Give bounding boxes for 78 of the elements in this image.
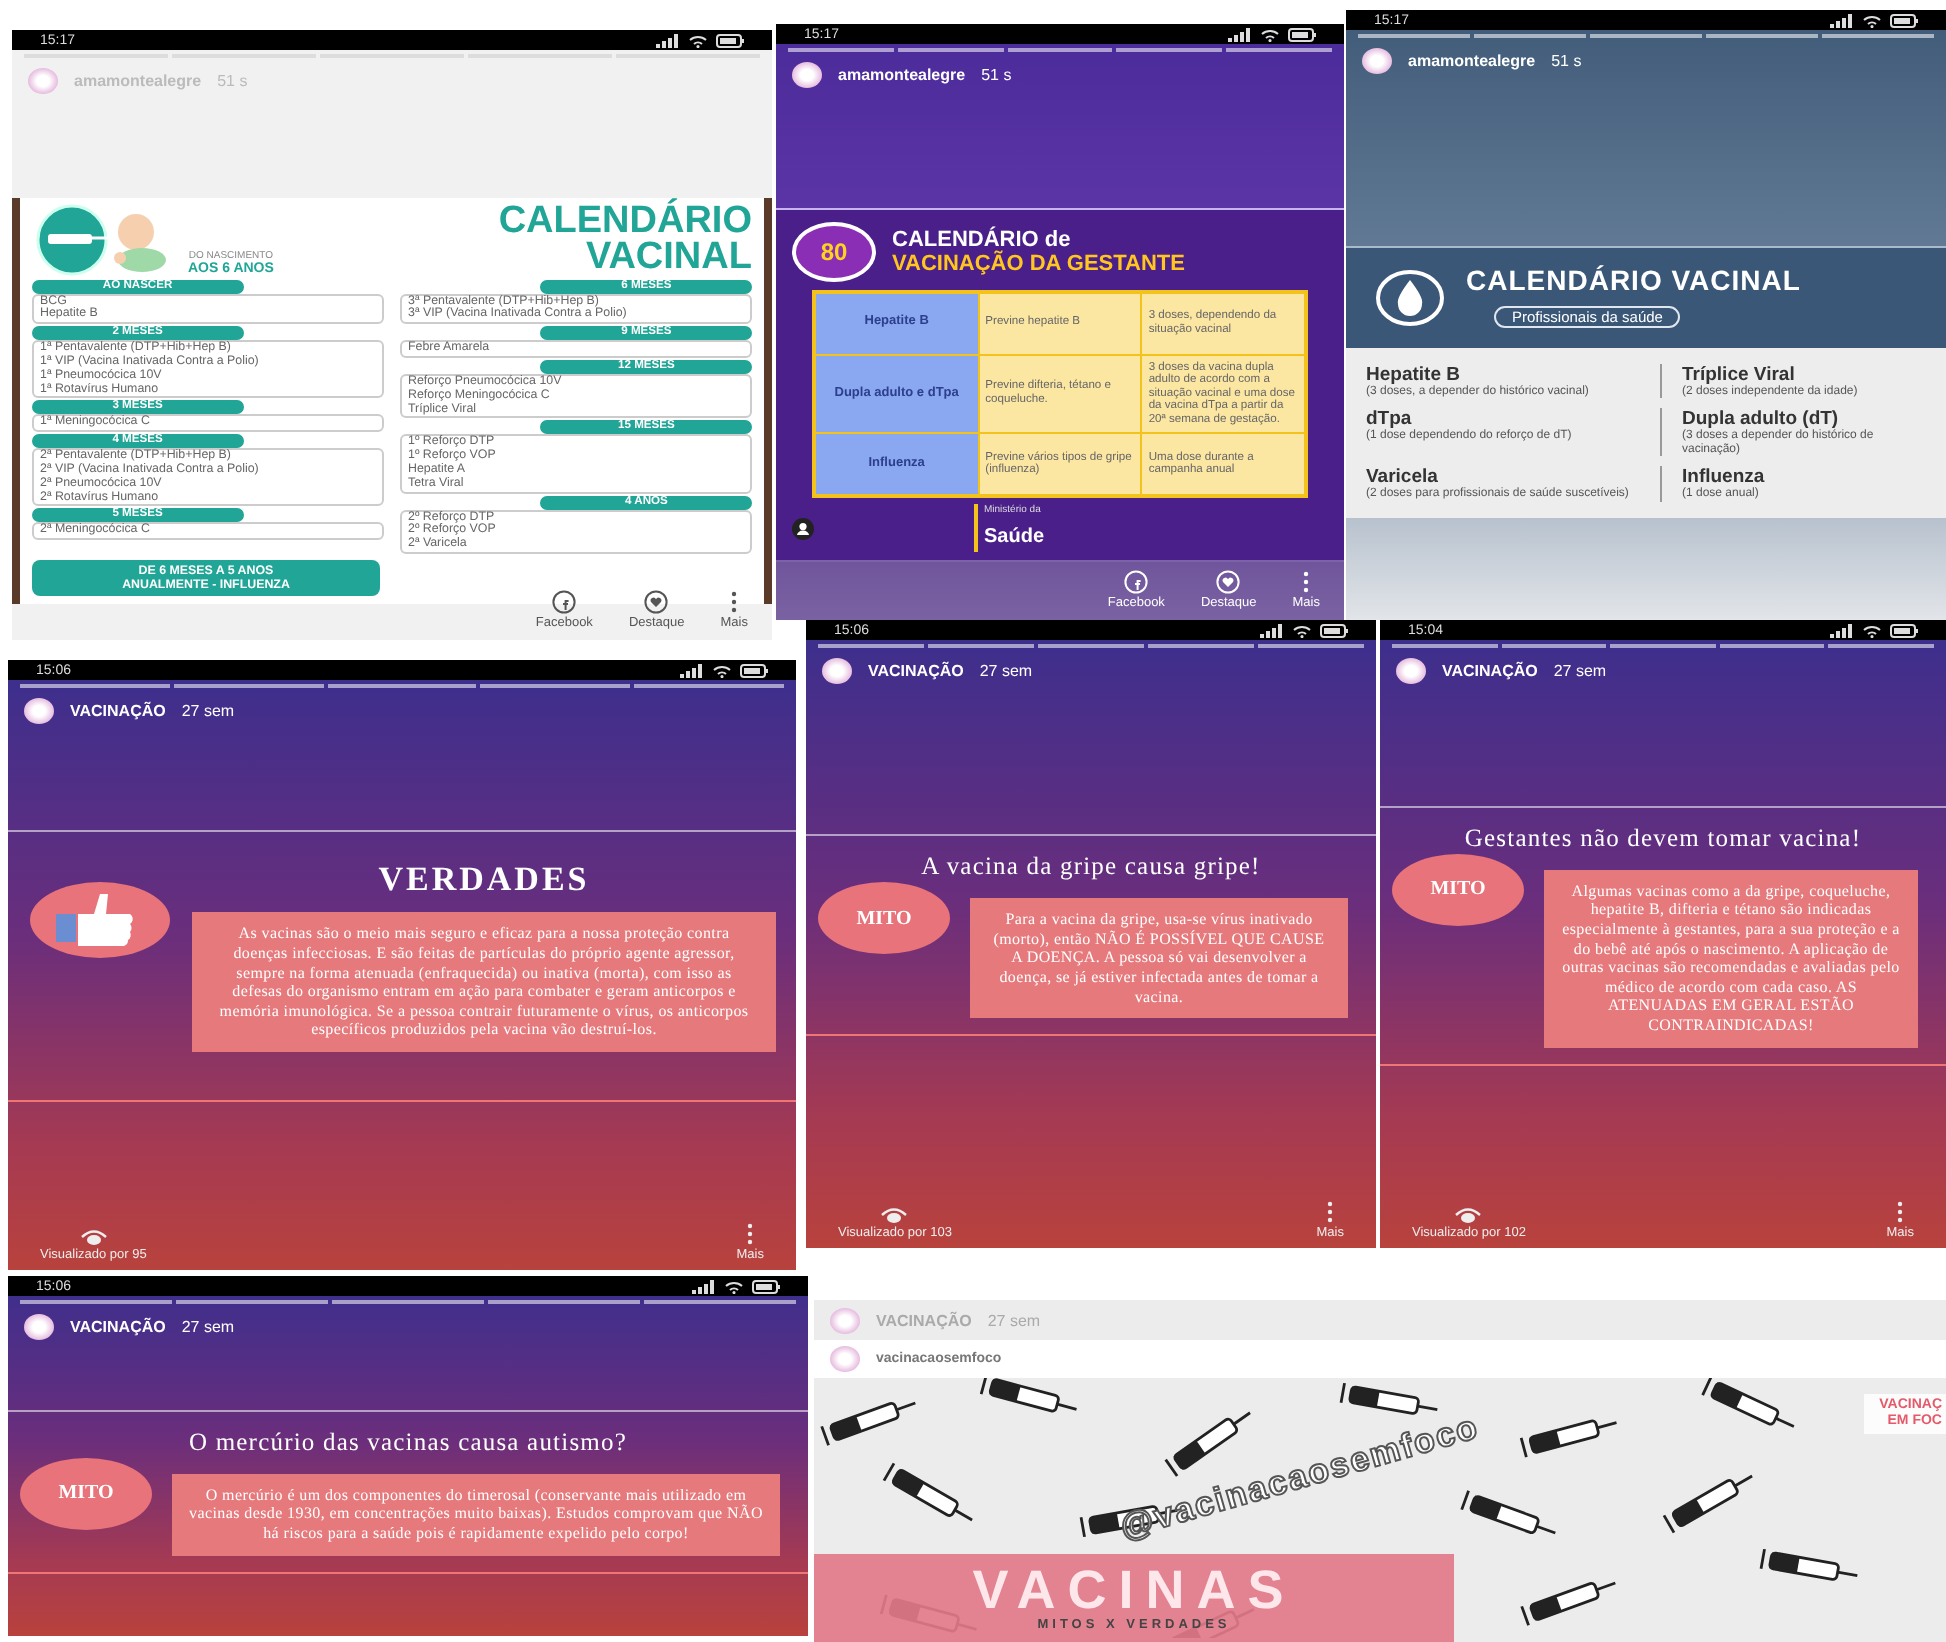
account-name[interactable]: VACINAÇÃO (70, 1318, 166, 1336)
account-name[interactable]: amamontealegre (1408, 52, 1536, 70)
signal-icon (692, 1279, 716, 1293)
battery-icon (752, 1279, 780, 1293)
truth-title: VERDADES (376, 860, 592, 901)
myth-badge: MITO (1392, 853, 1524, 926)
battery-icon (740, 663, 768, 677)
battery-icon (716, 33, 744, 47)
wifi-icon (1260, 27, 1280, 41)
eye-icon (880, 1206, 909, 1224)
vaccine-name: Dupla adulto (dT) (1682, 408, 1839, 430)
anniversary-badge: 80 (792, 221, 876, 281)
more-icon (1302, 570, 1311, 594)
signal-icon (1830, 13, 1854, 27)
post-age: 27 sem (181, 1318, 235, 1336)
vaccine-name: Tríplice Viral (1682, 363, 1797, 385)
account-name[interactable]: VACINAÇÃO (868, 662, 964, 680)
truth-text: As vacinas são o meio mais seguro e eficaz para a nossa proteção contra doenças infecciosas. E são feitas de partículas do próprio agente agressor, sempre na forma atenuada (enfraquecida) ou inativa (morta), com isso as defesas do organismo entram em ação para combater e geram anticorpos e memória imunológica. Se a pessoa contrair futuramente o vírus, os anticorpos específicos produzidos pela vacina vão destruí-los. (192, 912, 776, 1053)
eye-icon (79, 1228, 108, 1246)
calendar-title: VACINAÇÃO DA GESTANTE (892, 251, 1185, 275)
post-age: 51 s (981, 66, 1012, 84)
myth-question: O mercúrio das vacinas causa autismo? (186, 1427, 629, 1458)
myth-badge: MITO (20, 1457, 152, 1530)
myth-question: Gestantes não devem tomar vacina! (1462, 823, 1864, 854)
post-age: 27 sem (979, 662, 1033, 680)
share-icon (552, 590, 577, 614)
wifi-icon (724, 1279, 744, 1293)
battery-icon (1890, 623, 1918, 637)
post-age: 51 s (1551, 52, 1582, 70)
myth-explanation: Algumas vacinas como a da gripe, coqueluche, hepatite B, difteria e tétano são indicadas especialmente à gestantes, para a sua proteção e a do bebê até após o nascimento. A aplicação de outras vacinas são recomendadas e avaliadas pelo médico de acordo com cada caso. AS ATENUADAS EM GERAL ESTÃO CONTRAINDICADAS! (1544, 869, 1918, 1048)
wifi-icon (1862, 13, 1882, 27)
avatar-icon[interactable] (1396, 658, 1426, 684)
signal-icon (680, 663, 704, 677)
more-icon (730, 590, 739, 614)
calendar-title: CALENDÁRIO VACINAL (1466, 263, 1801, 295)
signal-icon (1260, 623, 1284, 637)
user-icon[interactable] (792, 517, 814, 539)
vaccine-name: Hepatite B (1366, 363, 1462, 385)
signal-icon (656, 33, 680, 47)
battery-icon (1890, 13, 1918, 27)
battery-icon (1320, 623, 1348, 637)
eye-icon (1454, 1206, 1483, 1224)
cover-title: VACINAS (970, 1562, 1298, 1618)
more-icon (1326, 1200, 1335, 1224)
ministry-logo: Saúde (984, 526, 1045, 548)
account-name[interactable]: VACINAÇÃO (1442, 662, 1538, 680)
avatar-icon[interactable] (822, 658, 852, 684)
drop-icon (1374, 267, 1446, 327)
myth-explanation: Para a vacina da gripe, usa-se vírus inativado (morto), então NÃO É POSSÍVEL QUE CAUSE A DOENÇA. A pessoa só vai desenvolver a doença, se já estiver infectada antes de tomar a vacina. (970, 898, 1348, 1019)
vaccine-name: Varicela (1366, 466, 1440, 488)
signal-icon (1830, 623, 1854, 637)
avatar-icon[interactable] (792, 62, 822, 88)
signal-icon (1228, 27, 1252, 41)
post-age: 27 sem (181, 702, 235, 720)
more-icon (1896, 1200, 1905, 1224)
battery-icon (1288, 27, 1316, 41)
myth-badge: MITO (818, 882, 950, 955)
myth-explanation: O mercúrio é um dos componentes do timerosal (conservante mais utilizado em vacinas desde 1930, em concentrações muito baixas). Estudos comprovam que NÃO há riscos para a saúde pois é rapidamente expelido pelo corpo! (172, 1473, 780, 1556)
post-age: 27 sem (987, 1311, 1041, 1329)
avatar-icon[interactable] (24, 698, 54, 724)
share-icon (1124, 570, 1149, 594)
calendar-title: VACINAL (583, 239, 752, 276)
wifi-icon (688, 33, 708, 47)
post-age: 27 sem (1553, 662, 1607, 680)
calendar-title: CALENDÁRIO (496, 203, 752, 240)
vaccine-name: Influenza (1682, 466, 1767, 488)
avatar-icon[interactable] (24, 1314, 54, 1340)
vaccine-name: dTpa (1366, 408, 1412, 430)
myth-question: A vacina da gripe causa gripe! (919, 852, 1263, 883)
wifi-icon (712, 663, 732, 677)
account-name[interactable]: amamontealegre (838, 66, 966, 84)
account-name[interactable]: VACINAÇÃO (70, 702, 166, 720)
avatar-icon[interactable] (1362, 48, 1392, 74)
more-icon (746, 1222, 755, 1246)
calendar-title: CALENDÁRIO de (892, 227, 1073, 251)
wifi-icon (1292, 623, 1312, 637)
wifi-icon (1862, 623, 1882, 637)
thumbs-up-icon (28, 880, 172, 961)
